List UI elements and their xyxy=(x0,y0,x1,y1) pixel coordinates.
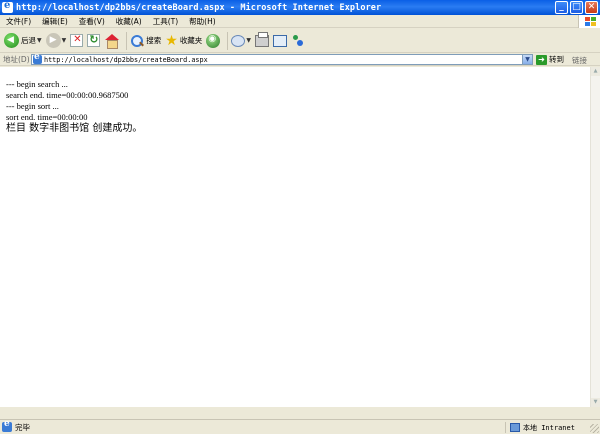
toolbar-separator xyxy=(227,31,229,50)
media-icon xyxy=(206,33,221,48)
log-line: sort end. time=00:00:00 xyxy=(6,112,88,122)
log-line: search end. time=00:00:00.9687500 xyxy=(6,90,129,100)
messenger-icon xyxy=(291,34,305,48)
print-button[interactable] xyxy=(254,31,269,51)
window-title: http://localhost/dp2bbs/createBoard.aspx… xyxy=(16,2,382,13)
ie-icon xyxy=(2,0,13,13)
messenger-button[interactable] xyxy=(291,31,305,51)
print-icon xyxy=(254,31,269,47)
menu-help[interactable]: 帮助(H) xyxy=(183,16,221,27)
menu-tools[interactable]: 工具(T) xyxy=(147,16,183,27)
home-icon xyxy=(104,33,120,49)
intranet-icon xyxy=(510,423,520,432)
forward-icon xyxy=(45,33,61,48)
status-bar: 完毕 本地 Intranet xyxy=(0,419,600,434)
page-done-icon xyxy=(2,419,12,432)
browser-window: http://localhost/dp2bbs/createBoard.aspx… xyxy=(0,0,600,434)
mail-button[interactable]: ▼ xyxy=(231,31,251,51)
window-controls: _ □ ✕ xyxy=(555,1,598,14)
success-message: 栏目 数字非图书馆 创建成功。 xyxy=(6,123,143,134)
menu-favorites[interactable]: 收藏(A) xyxy=(110,16,147,27)
toolbar-separator xyxy=(126,31,128,50)
back-button[interactable]: 后退 ▼ xyxy=(4,31,42,51)
minimize-button[interactable]: _ xyxy=(555,1,568,14)
windows-logo-icon xyxy=(578,15,600,28)
favorites-button[interactable]: ★ 收藏夹 xyxy=(165,31,202,51)
back-label: 后退 xyxy=(21,36,36,45)
maximize-button[interactable]: □ xyxy=(570,1,583,14)
address-input[interactable]: http://localhost/dp2bbs/createBoard.aspx… xyxy=(31,52,533,65)
stop-icon xyxy=(70,34,84,47)
address-dropdown-icon[interactable]: ▼ xyxy=(522,55,532,64)
menu-bar: 文件(F) 编辑(E) 查看(V) 收藏(A) 工具(T) 帮助(H) xyxy=(0,15,600,28)
log-line: --- begin search ... xyxy=(6,79,68,89)
status-text: 完毕 xyxy=(15,422,30,432)
menu-file[interactable]: 文件(F) xyxy=(0,16,36,27)
page-icon xyxy=(33,52,42,64)
search-label: 搜索 xyxy=(146,36,162,45)
vertical-scrollbar[interactable]: ▲ ▼ xyxy=(590,67,600,407)
links-button[interactable]: 链接 xyxy=(572,55,587,66)
chevron-down-icon[interactable]: ▼ xyxy=(62,37,67,44)
page-content: --- begin search ... search end. time=00… xyxy=(0,67,590,407)
menu-view[interactable]: 查看(V) xyxy=(73,16,110,27)
search-button[interactable]: 搜索 xyxy=(130,31,161,51)
security-zone[interactable]: 本地 Intranet xyxy=(505,422,575,433)
edit-button[interactable] xyxy=(272,31,287,51)
refresh-button[interactable] xyxy=(87,31,101,51)
edit-icon xyxy=(272,34,287,47)
media-button[interactable] xyxy=(206,31,221,51)
home-button[interactable] xyxy=(104,31,120,51)
back-icon xyxy=(4,33,19,48)
scroll-down-icon[interactable]: ▼ xyxy=(591,398,600,407)
menu-edit[interactable]: 编辑(E) xyxy=(36,16,73,27)
go-label: 转到 xyxy=(549,55,564,64)
chevron-down-icon[interactable]: ▼ xyxy=(37,37,42,44)
scroll-up-icon[interactable]: ▲ xyxy=(591,67,600,76)
address-bar: 地址(D) http://localhost/dp2bbs/createBoar… xyxy=(0,52,600,66)
resize-grip-icon[interactable] xyxy=(590,424,599,433)
favorites-icon: ★ xyxy=(165,32,178,49)
toolbar: 后退 ▼ ▼ 搜索 ★ 收藏夹 ▼ xyxy=(0,29,600,53)
refresh-icon xyxy=(87,33,101,47)
go-button[interactable]: ➜ 转到 xyxy=(536,54,564,65)
log-line: --- begin sort ... xyxy=(6,101,59,111)
address-label: 地址(D) xyxy=(3,54,30,64)
forward-button[interactable]: ▼ xyxy=(45,31,67,51)
title-bar: http://localhost/dp2bbs/createBoard.aspx… xyxy=(0,0,600,15)
chevron-down-icon[interactable]: ▼ xyxy=(246,37,251,44)
search-icon xyxy=(130,34,144,48)
go-arrow-icon: ➜ xyxy=(536,54,547,65)
favorites-label: 收藏夹 xyxy=(179,36,203,45)
close-button[interactable]: ✕ xyxy=(585,1,598,14)
mail-icon xyxy=(231,34,246,47)
zone-text: 本地 Intranet xyxy=(523,423,575,432)
stop-button[interactable] xyxy=(70,31,84,51)
address-url[interactable]: http://localhost/dp2bbs/createBoard.aspx xyxy=(44,56,208,64)
